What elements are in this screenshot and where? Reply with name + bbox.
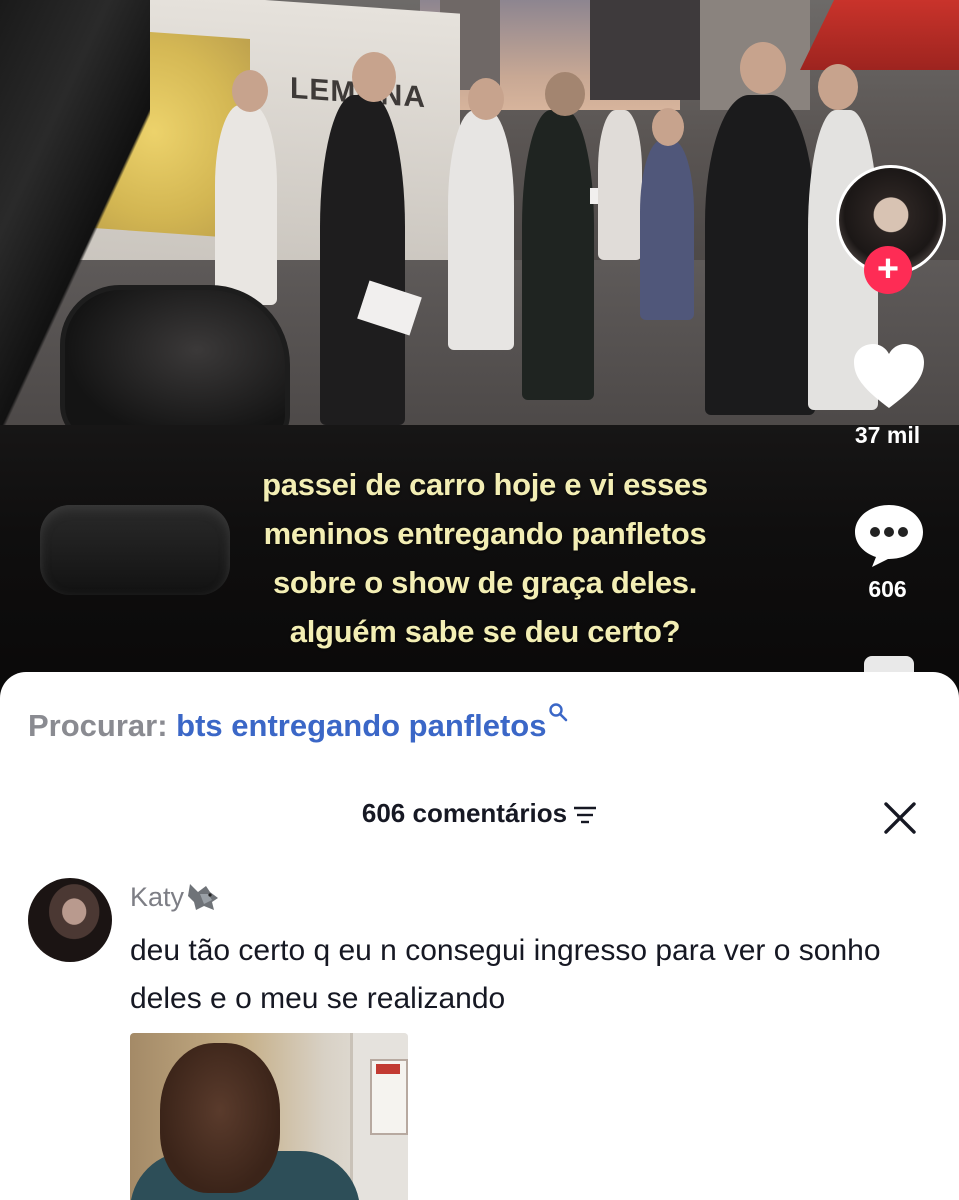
person-head: [545, 72, 585, 116]
like-count: 37 mil: [854, 422, 921, 448]
person-head: [232, 70, 268, 112]
person: [320, 95, 405, 425]
comment-text: deu tão certo q eu n consegui ingresso p…: [130, 934, 881, 1015]
person: [448, 110, 514, 350]
heart-icon[interactable]: [852, 342, 926, 412]
video-player[interactable]: LEMONA passei de carro hoje e vi esses m…: [0, 0, 959, 700]
person: [598, 110, 642, 260]
image-face: [160, 1043, 280, 1193]
caption-line: meninos entregando panfletos: [263, 516, 707, 551]
comment-author[interactable]: Katy: [130, 880, 220, 913]
caption-line: alguém sabe se deu certo?: [289, 614, 681, 649]
comment-attached-image[interactable]: [130, 1033, 408, 1200]
comment-count: 606: [868, 576, 907, 602]
caption-line: passei de carro hoje e vi esses: [262, 467, 708, 502]
person-head: [740, 42, 786, 94]
follow-button[interactable]: +: [864, 246, 912, 294]
building: [590, 0, 710, 100]
person-head: [352, 52, 396, 102]
magnifier-icon: [549, 703, 568, 722]
comment-username[interactable]: Katy: [130, 882, 184, 912]
image-sign: [370, 1059, 408, 1135]
search-query-link[interactable]: bts entregando panfletos: [176, 708, 546, 743]
comments-count-title: 606 comentários: [361, 798, 568, 828]
commenter-avatar[interactable]: [28, 878, 112, 962]
comment-icon[interactable]: [852, 503, 926, 569]
comments-header: 606 comentários: [0, 798, 959, 829]
person: [705, 95, 815, 415]
comments-sheet: Procurar: bts entregando panfletos 606 c…: [0, 672, 959, 1200]
person: [522, 110, 594, 400]
side-mirror: [60, 285, 290, 445]
sort-icon[interactable]: [573, 805, 597, 825]
search-label: Procurar:: [28, 708, 168, 743]
person-head: [818, 64, 858, 110]
wolf-emoji-icon: [188, 884, 219, 910]
person-head: [468, 78, 504, 120]
caption-line: sobre o show de graça deles.: [272, 565, 698, 600]
person: [640, 140, 694, 320]
close-icon[interactable]: [880, 798, 920, 838]
red-awning: [800, 0, 959, 70]
video-caption: passei de carro hoje e vi esses meninos …: [200, 460, 770, 656]
search-suggestion[interactable]: Procurar: bts entregando panfletos: [28, 703, 568, 744]
person: [215, 105, 277, 305]
person-head: [652, 108, 684, 146]
